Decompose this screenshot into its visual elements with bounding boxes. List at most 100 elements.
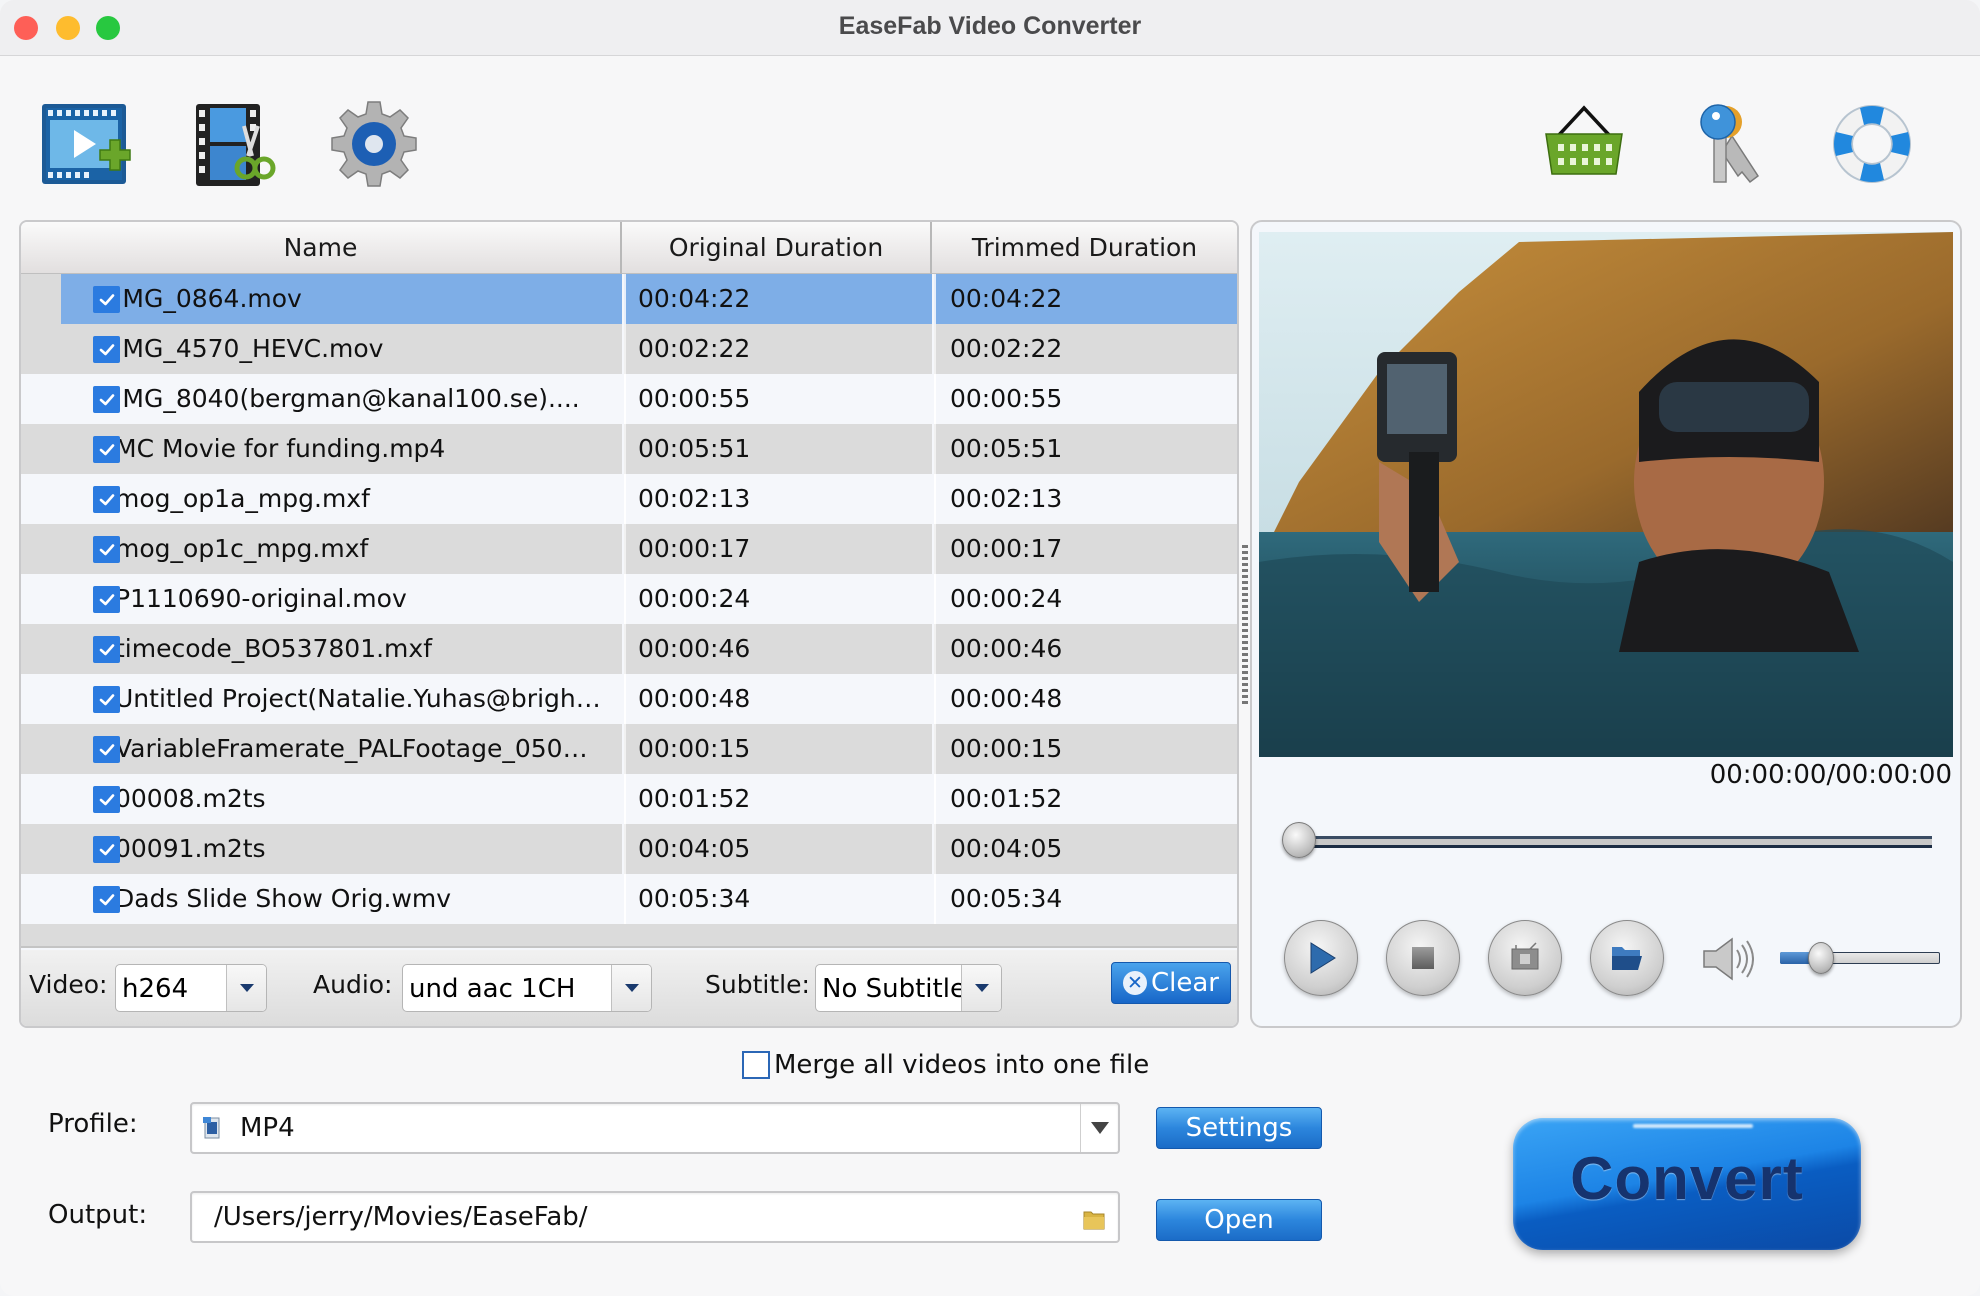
- video-track-select[interactable]: h264: [115, 964, 267, 1012]
- buy-button[interactable]: [1536, 96, 1632, 192]
- merge-checkbox[interactable]: Merge all videos into one file: [742, 1049, 1149, 1081]
- panel-splitter-handle[interactable]: [1242, 545, 1248, 705]
- stop-button[interactable]: [1386, 920, 1460, 996]
- table-header: Name Original Duration Trimmed Duration: [21, 222, 1237, 274]
- row-checkbox[interactable]: [93, 836, 120, 863]
- column-header-original-duration[interactable]: Original Duration: [622, 222, 932, 274]
- chevron-down-icon[interactable]: [961, 965, 1001, 1011]
- row-checkbox[interactable]: [93, 736, 120, 763]
- row-gutter: [21, 524, 61, 574]
- add-video-button[interactable]: [38, 96, 134, 192]
- convert-button[interactable]: Convert: [1513, 1118, 1861, 1250]
- basket-icon: [1545, 105, 1623, 175]
- lifebuoy-icon: [1833, 105, 1911, 183]
- table-row[interactable]: 00091.m2ts 00:04:05 00:04:05: [21, 824, 1237, 874]
- file-name-cell[interactable]: IMG_8040(bergman@kanal100.se)....: [61, 374, 622, 424]
- table-row[interactable]: 00008.m2ts 00:01:52 00:01:52: [21, 774, 1237, 824]
- file-name-cell[interactable]: 00008.m2ts: [61, 774, 622, 824]
- file-name-cell[interactable]: IMG_0864.mov: [61, 274, 622, 324]
- checkmark-icon: [99, 843, 114, 855]
- column-header-name[interactable]: Name: [21, 222, 622, 274]
- play-icon: [1310, 942, 1336, 974]
- help-button[interactable]: [1824, 96, 1920, 192]
- row-gutter: [21, 874, 61, 924]
- table-row[interactable]: IMG_0864.mov 00:04:22 00:04:22: [21, 274, 1237, 324]
- settings-button-profile[interactable]: Settings: [1156, 1107, 1322, 1149]
- file-name-cell[interactable]: timecode_BO537801.mxf: [61, 624, 622, 674]
- chevron-down-icon[interactable]: [226, 965, 266, 1011]
- row-checkbox[interactable]: [93, 586, 120, 613]
- file-name-cell[interactable]: 00091.m2ts: [61, 824, 622, 874]
- trimmed-duration-cell: 00:00:48: [934, 674, 1237, 724]
- column-header-trimmed-duration[interactable]: Trimmed Duration: [932, 222, 1237, 274]
- profile-select[interactable]: MP4: [190, 1102, 1120, 1154]
- table-row[interactable]: Untitled Project(Natalie.Yuhas@brigh… 00:…: [21, 674, 1237, 724]
- table-row[interactable]: mog_op1c_mpg.mxf 00:00:17 00:00:17: [21, 524, 1237, 574]
- trimmed-duration-cell: 00:00:55: [934, 374, 1237, 424]
- open-output-button[interactable]: Open: [1156, 1199, 1322, 1241]
- snapshot-button[interactable]: [1488, 920, 1562, 996]
- row-checkbox[interactable]: [93, 686, 120, 713]
- chevron-down-icon[interactable]: [611, 965, 651, 1011]
- subtitle-select[interactable]: No Subtitle: [815, 964, 1002, 1012]
- row-checkbox[interactable]: [93, 336, 120, 363]
- original-duration-cell: 00:04:22: [624, 274, 932, 324]
- table-row[interactable]: mog_op1a_mpg.mxf 00:02:13 00:02:13: [21, 474, 1237, 524]
- file-name: IMG_0864.mov: [115, 284, 302, 313]
- row-checkbox[interactable]: [93, 636, 120, 663]
- file-name-cell[interactable]: Dads Slide Show Orig.wmv: [61, 874, 622, 924]
- row-gutter: [21, 374, 61, 424]
- table-row[interactable]: IMG_8040(bergman@kanal100.se).... 00:00:5…: [21, 374, 1237, 424]
- output-path-field[interactable]: /Users/jerry/Movies/EaseFab/: [190, 1191, 1120, 1243]
- settings-button[interactable]: [326, 96, 422, 192]
- checkmark-icon: [99, 293, 114, 305]
- row-checkbox[interactable]: [93, 786, 120, 813]
- checkmark-icon: [99, 693, 114, 705]
- row-checkbox[interactable]: [93, 286, 120, 313]
- table-row[interactable]: P1110690-original.mov 00:00:24 00:00:24: [21, 574, 1237, 624]
- clear-button[interactable]: ✕ Clear: [1111, 962, 1231, 1004]
- file-name: Untitled Project(Natalie.Yuhas@brigh…: [115, 684, 601, 713]
- row-checkbox[interactable]: [93, 386, 120, 413]
- audio-track-select[interactable]: und aac 1CH: [402, 964, 652, 1012]
- merge-checkbox-box[interactable]: [742, 1051, 770, 1079]
- register-button[interactable]: [1680, 96, 1776, 192]
- volume-thumb[interactable]: [1808, 942, 1834, 974]
- file-name-cell[interactable]: VariableFramerate_PALFootage_050…: [61, 724, 622, 774]
- row-gutter: [21, 424, 61, 474]
- seek-thumb[interactable]: [1282, 822, 1316, 858]
- window-title: EaseFab Video Converter: [838, 12, 1142, 40]
- file-name-cell[interactable]: mog_op1c_mpg.mxf: [61, 524, 622, 574]
- file-name: P1110690-original.mov: [115, 584, 407, 613]
- file-name-cell[interactable]: P1110690-original.mov: [61, 574, 622, 624]
- volume-icon[interactable]: [1700, 934, 1754, 984]
- seek-slider[interactable]: [1282, 820, 1932, 860]
- row-checkbox[interactable]: [93, 886, 120, 913]
- row-checkbox[interactable]: [93, 436, 120, 463]
- table-row[interactable]: MC Movie for funding.mp4 00:05:51 00:05:51: [21, 424, 1237, 474]
- original-duration-cell: 00:00:24: [624, 574, 932, 624]
- table-row[interactable]: Dads Slide Show Orig.wmv 00:05:34 00:05:34: [21, 874, 1237, 924]
- table-row[interactable]: timecode_BO537801.mxf 00:00:46 00:00:46: [21, 624, 1237, 674]
- chevron-down-icon[interactable]: [1080, 1104, 1118, 1152]
- table-row[interactable]: IMG_4570_HEVC.mov 00:02:22 00:02:22: [21, 324, 1237, 374]
- volume-slider[interactable]: [1780, 938, 1940, 978]
- row-checkbox[interactable]: [93, 486, 120, 513]
- play-button[interactable]: [1284, 920, 1358, 996]
- file-name: mog_op1a_mpg.mxf: [115, 484, 370, 513]
- track-options-bar: Video: h264 Audio: und aac 1CH Subtitle:…: [21, 950, 1237, 1026]
- file-name-cell[interactable]: MC Movie for funding.mp4: [61, 424, 622, 474]
- trimmed-duration-cell: 00:00:15: [934, 724, 1237, 774]
- file-name-cell[interactable]: IMG_4570_HEVC.mov: [61, 324, 622, 374]
- file-name-cell[interactable]: Untitled Project(Natalie.Yuhas@brigh…: [61, 674, 622, 724]
- open-folder-button[interactable]: [1590, 920, 1664, 996]
- row-checkbox[interactable]: [93, 536, 120, 563]
- file-name-cell[interactable]: mog_op1a_mpg.mxf: [61, 474, 622, 524]
- table-row[interactable]: VariableFramerate_PALFootage_050… 00:00:1…: [21, 724, 1237, 774]
- folder-icon[interactable]: [1082, 1209, 1106, 1231]
- file-list-panel: Name Original Duration Trimmed Duration …: [19, 220, 1239, 1028]
- edit-video-button[interactable]: [186, 96, 282, 192]
- checkmark-icon: [99, 493, 114, 505]
- subtitle-value: No Subtitle: [822, 974, 962, 1004]
- file-name: timecode_BO537801.mxf: [115, 634, 432, 663]
